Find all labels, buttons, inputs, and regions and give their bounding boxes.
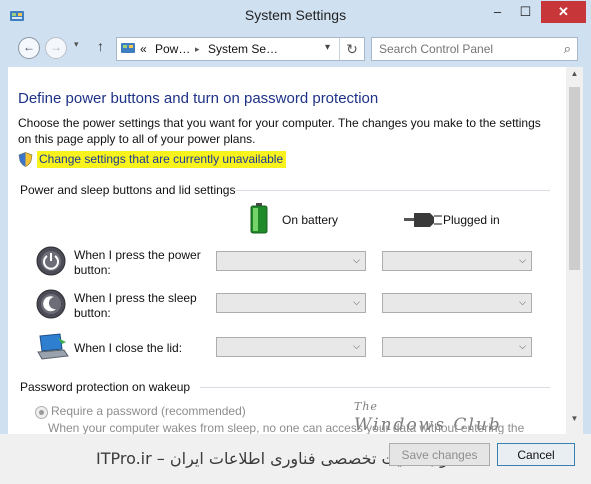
sleep-button-plugged-select[interactable]: ⌵ [382,293,532,313]
watermark-logo-line1: The [354,400,378,413]
section-divider [236,190,550,191]
scrollbar-thumb[interactable] [569,87,580,270]
close-lid-plugged-select[interactable]: ⌵ [382,337,532,357]
chevron-down-icon: ⌵ [353,255,360,265]
control-panel-icon [121,43,135,53]
sleep-button-icon [36,289,66,319]
plug-icon [404,213,442,227]
chevron-down-icon: ⌵ [353,297,360,307]
sleep-button-label: When I press the sleep button: [74,291,197,320]
cancel-button[interactable]: Cancel [497,443,575,466]
power-button-label: When I press the power button: [74,248,201,277]
address-dropdown[interactable]: ▾ [325,42,330,53]
search-icon[interactable]: ⌕ [564,41,571,57]
dialog-footer: ITPro.ir – وب سایت تخصصی فناوری اطلاعات … [0,434,591,484]
search-input[interactable] [377,41,551,57]
shield-icon [18,152,33,167]
page-title: Define power buttons and turn on passwor… [18,90,379,107]
require-password-radio[interactable] [35,406,48,419]
breadcrumb-system-settings[interactable]: System Se… [208,42,278,56]
up-button[interactable]: ↑ [97,38,104,54]
vertical-scrollbar[interactable]: ▲ ▼ [566,67,583,434]
change-settings-link[interactable]: Change settings that are currently unava… [37,151,287,168]
breadcrumb-separator: ▸ [195,44,200,54]
back-button[interactable]: ← [18,37,40,59]
main-content: Define power buttons and turn on passwor… [8,67,566,434]
power-section-title: Power and sleep buttons and lid settings [20,183,236,197]
chevron-down-icon: ⌵ [353,341,360,351]
sleep-button-battery-select[interactable]: ⌵ [216,293,366,313]
window-frame: System Settings – ☐ ✕ ← → ▾ ↑ « Pow… ▸ S… [0,0,591,484]
close-lid-label: When I close the lid: [74,341,183,355]
close-button[interactable]: ✕ [541,1,586,23]
recent-locations-dropdown[interactable]: ▾ [74,39,79,50]
chevron-down-icon: ⌵ [519,341,526,351]
search-box[interactable]: ⌕ [371,37,578,61]
power-button-plugged-select[interactable]: ⌵ [382,251,532,271]
scroll-down-icon[interactable]: ▼ [566,414,583,428]
on-battery-header: On battery [282,213,339,227]
power-button-icon [36,246,66,276]
minimize-button[interactable]: – [484,1,511,23]
breadcrumb-overflow[interactable]: « [140,42,147,56]
section-divider [200,387,550,388]
close-lid-battery-select[interactable]: ⌵ [216,337,366,357]
address-bar[interactable]: « Pow… ▸ System Se… ▾ ↻ [116,37,365,61]
power-button-battery-select[interactable]: ⌵ [216,251,366,271]
require-password-description: When your computer wakes from sleep, no … [48,421,525,434]
require-password-label: Require a password (recommended) [51,404,246,418]
title-bar[interactable]: System Settings – ☐ ✕ [0,0,591,31]
refresh-icon[interactable]: ↻ [339,38,364,60]
chevron-down-icon: ⌵ [519,255,526,265]
password-section-title: Password protection on wakeup [20,380,191,394]
save-changes-button[interactable]: Save changes [389,443,490,466]
maximize-button[interactable]: ☐ [512,1,539,23]
page-description: Choose the power settings that you want … [18,116,541,146]
chevron-down-icon: ⌵ [519,297,526,307]
forward-button[interactable]: → [45,37,67,59]
laptop-lid-icon [37,333,69,360]
plugged-in-header: Plugged in [443,213,500,227]
navigation-bar: ← → ▾ ↑ « Pow… ▸ System Se… ▾ ↻ ⌕ [8,33,585,65]
breadcrumb-power-options[interactable]: Pow… [155,42,190,56]
battery-icon [250,203,268,234]
scroll-up-icon[interactable]: ▲ [566,69,583,83]
